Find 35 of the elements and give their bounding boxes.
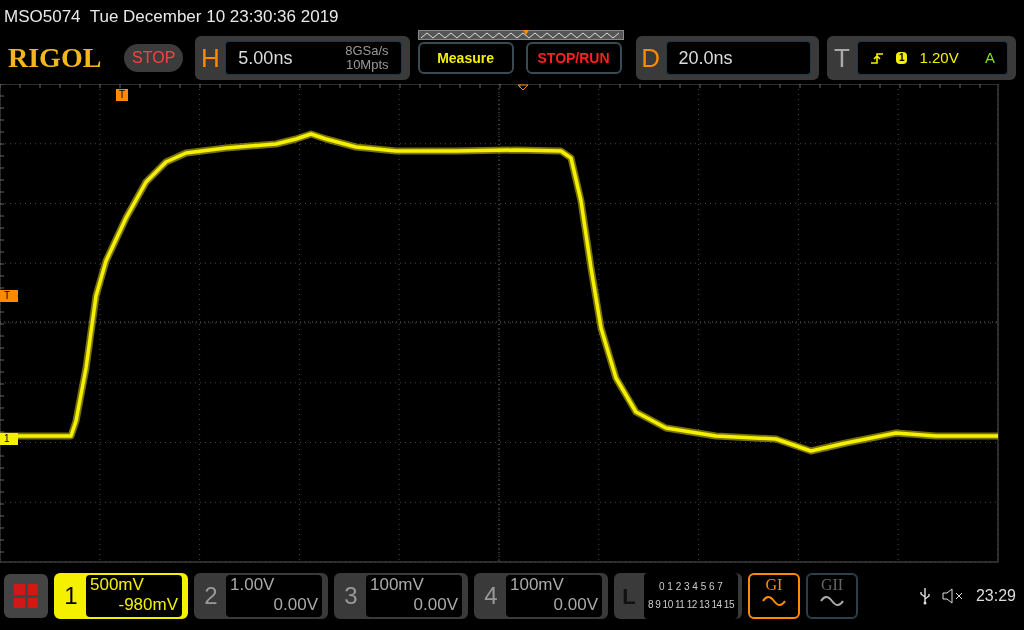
generator-button[interactable]: GI [748,573,800,619]
channel-control[interactable]: 1 500mV -980mV [54,573,188,619]
delay-value: 20.0ns [678,46,733,70]
delay-panel[interactable]: D 20.0ns [635,36,819,80]
trigger-source: 1 [895,52,908,64]
trigger-label: T [832,41,851,75]
sample-rate: 8GSa/s [345,44,389,58]
trigger-level-marker: T [0,290,19,302]
delay-label: D [640,41,661,75]
trigger-panel[interactable]: T 1 1.20V A [826,36,1016,80]
center-position-marker-icon [517,84,529,91]
channel-control[interactable]: 4 100mV 0.00V [474,573,608,619]
stop-run-button[interactable]: STOP/RUN [525,42,622,74]
app-menu-button[interactable] [4,574,48,618]
trigger-position-marker: T [116,89,129,101]
sine-wave-icon [761,595,787,607]
clock-time: 23:29 [975,586,1016,606]
status-line: MSO5074 Tue December 10 23:30:36 2019 [3,6,340,28]
horizontal-panel[interactable]: H 5.00ns 8GSa/s 10Mpts [195,36,410,80]
channel-marker: 1 [0,433,18,445]
measure-button[interactable]: Measure [417,42,514,74]
channel-control[interactable]: 2 1.00V 0.00V [194,573,328,619]
memory-depth: 10Mpts [345,58,389,72]
brand-logo: RIGOL [8,41,103,75]
run-status-badge: STOP [124,44,184,72]
sine-wave-icon [819,595,845,607]
timebase-value: 5.00ns [238,46,293,70]
trigger-level: 1.20V [919,47,959,68]
speaker-muted-icon [941,588,964,604]
trigger-mode: A [985,47,995,68]
generator-button[interactable]: GII [806,573,858,619]
horizontal-label: H [199,41,221,75]
usb-icon [919,587,930,605]
channel-control[interactable]: 3 100mV 0.00V [334,573,468,619]
rising-edge-icon [869,51,884,65]
